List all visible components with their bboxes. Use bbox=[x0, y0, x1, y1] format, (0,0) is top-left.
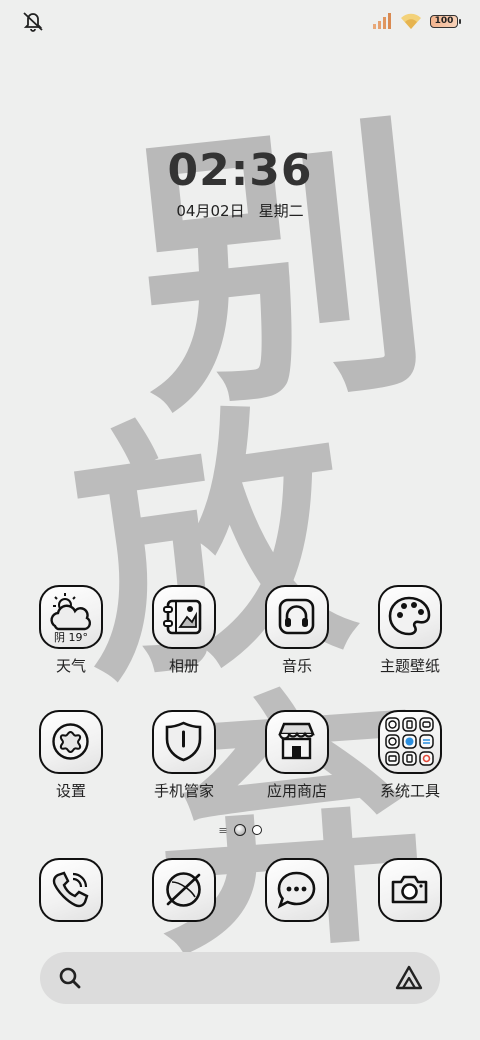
dock-browser[interactable] bbox=[128, 858, 240, 922]
app-label: 手机管家 bbox=[153, 782, 214, 800]
phone-manager-app-icon bbox=[152, 710, 216, 774]
app-settings[interactable]: 设置 bbox=[15, 710, 127, 800]
themes-app-icon bbox=[378, 585, 442, 649]
messages-app-icon bbox=[265, 858, 329, 922]
dock-phone[interactable] bbox=[15, 858, 127, 922]
clock-time: 02:36 bbox=[167, 145, 313, 196]
app-label: 音乐 bbox=[281, 657, 312, 675]
chat-bubble-icon bbox=[277, 871, 316, 909]
battery-indicator: 100 bbox=[430, 14, 461, 28]
app-label: 相册 bbox=[168, 657, 199, 675]
page-indicator[interactable]: ≡ bbox=[0, 822, 480, 838]
assistant-icon[interactable] bbox=[394, 964, 424, 992]
browser-app-icon bbox=[152, 858, 216, 922]
dock-camera[interactable] bbox=[354, 858, 466, 922]
weather-condition: 阴 bbox=[54, 631, 65, 644]
app-themes[interactable]: 主题壁纸 bbox=[354, 585, 466, 675]
gear-icon bbox=[52, 723, 89, 760]
globe-icon bbox=[166, 872, 201, 907]
app-gallery[interactable]: 相册 bbox=[128, 585, 240, 675]
dock-messages[interactable] bbox=[241, 858, 353, 922]
page-dot-active bbox=[233, 824, 246, 836]
app-label: 应用商店 bbox=[266, 782, 327, 800]
minus-one-screen-icon: ≡ bbox=[218, 823, 228, 837]
app-label: 主题壁纸 bbox=[379, 657, 440, 675]
weather-temperature: 19° bbox=[68, 631, 89, 644]
gallery-app-icon bbox=[152, 585, 216, 649]
app-label: 天气 bbox=[55, 657, 86, 675]
music-app-icon bbox=[265, 585, 329, 649]
app-folder-system-tools[interactable]: 系统工具 bbox=[354, 710, 466, 800]
app-music[interactable]: 音乐 bbox=[241, 585, 353, 675]
signal-icon bbox=[373, 13, 391, 29]
clock-date: 04月02日 bbox=[176, 202, 245, 220]
clock-widget[interactable]: 02:36 04月02日 星期二 bbox=[0, 145, 480, 221]
wifi-icon bbox=[401, 13, 421, 29]
system-tools-folder-icon bbox=[378, 710, 442, 774]
mute-notification-icon bbox=[23, 12, 43, 32]
headphones-icon bbox=[278, 598, 315, 635]
app-phone-manager[interactable]: 手机管家 bbox=[128, 710, 240, 800]
camera-icon bbox=[391, 875, 428, 904]
status-bar: 100 bbox=[0, 8, 480, 34]
camera-app-icon bbox=[378, 858, 442, 922]
tools-grid-icon bbox=[385, 717, 434, 766]
weather-app-icon: 阴 19° bbox=[39, 585, 103, 649]
app-label: 设置 bbox=[55, 782, 86, 800]
phone-icon bbox=[52, 871, 89, 908]
app-label: 系统工具 bbox=[379, 782, 440, 800]
app-store[interactable]: 应用商店 bbox=[241, 710, 353, 800]
app-weather[interactable]: 阴 19° 天气 bbox=[15, 585, 127, 675]
photo-album-icon bbox=[163, 599, 202, 635]
storefront-icon bbox=[278, 722, 315, 760]
weather-readout: 阴 19° bbox=[41, 629, 101, 645]
clock-date-line: 04月02日 星期二 bbox=[0, 202, 480, 220]
settings-app-icon bbox=[39, 710, 103, 774]
search-bar[interactable] bbox=[40, 952, 440, 1004]
palette-icon bbox=[388, 596, 431, 636]
page-dot bbox=[251, 825, 262, 835]
shield-icon bbox=[165, 721, 202, 762]
phone-app-icon bbox=[39, 858, 103, 922]
app-store-icon bbox=[265, 710, 329, 774]
search-icon bbox=[59, 967, 81, 989]
clock-weekday: 星期二 bbox=[258, 202, 304, 220]
